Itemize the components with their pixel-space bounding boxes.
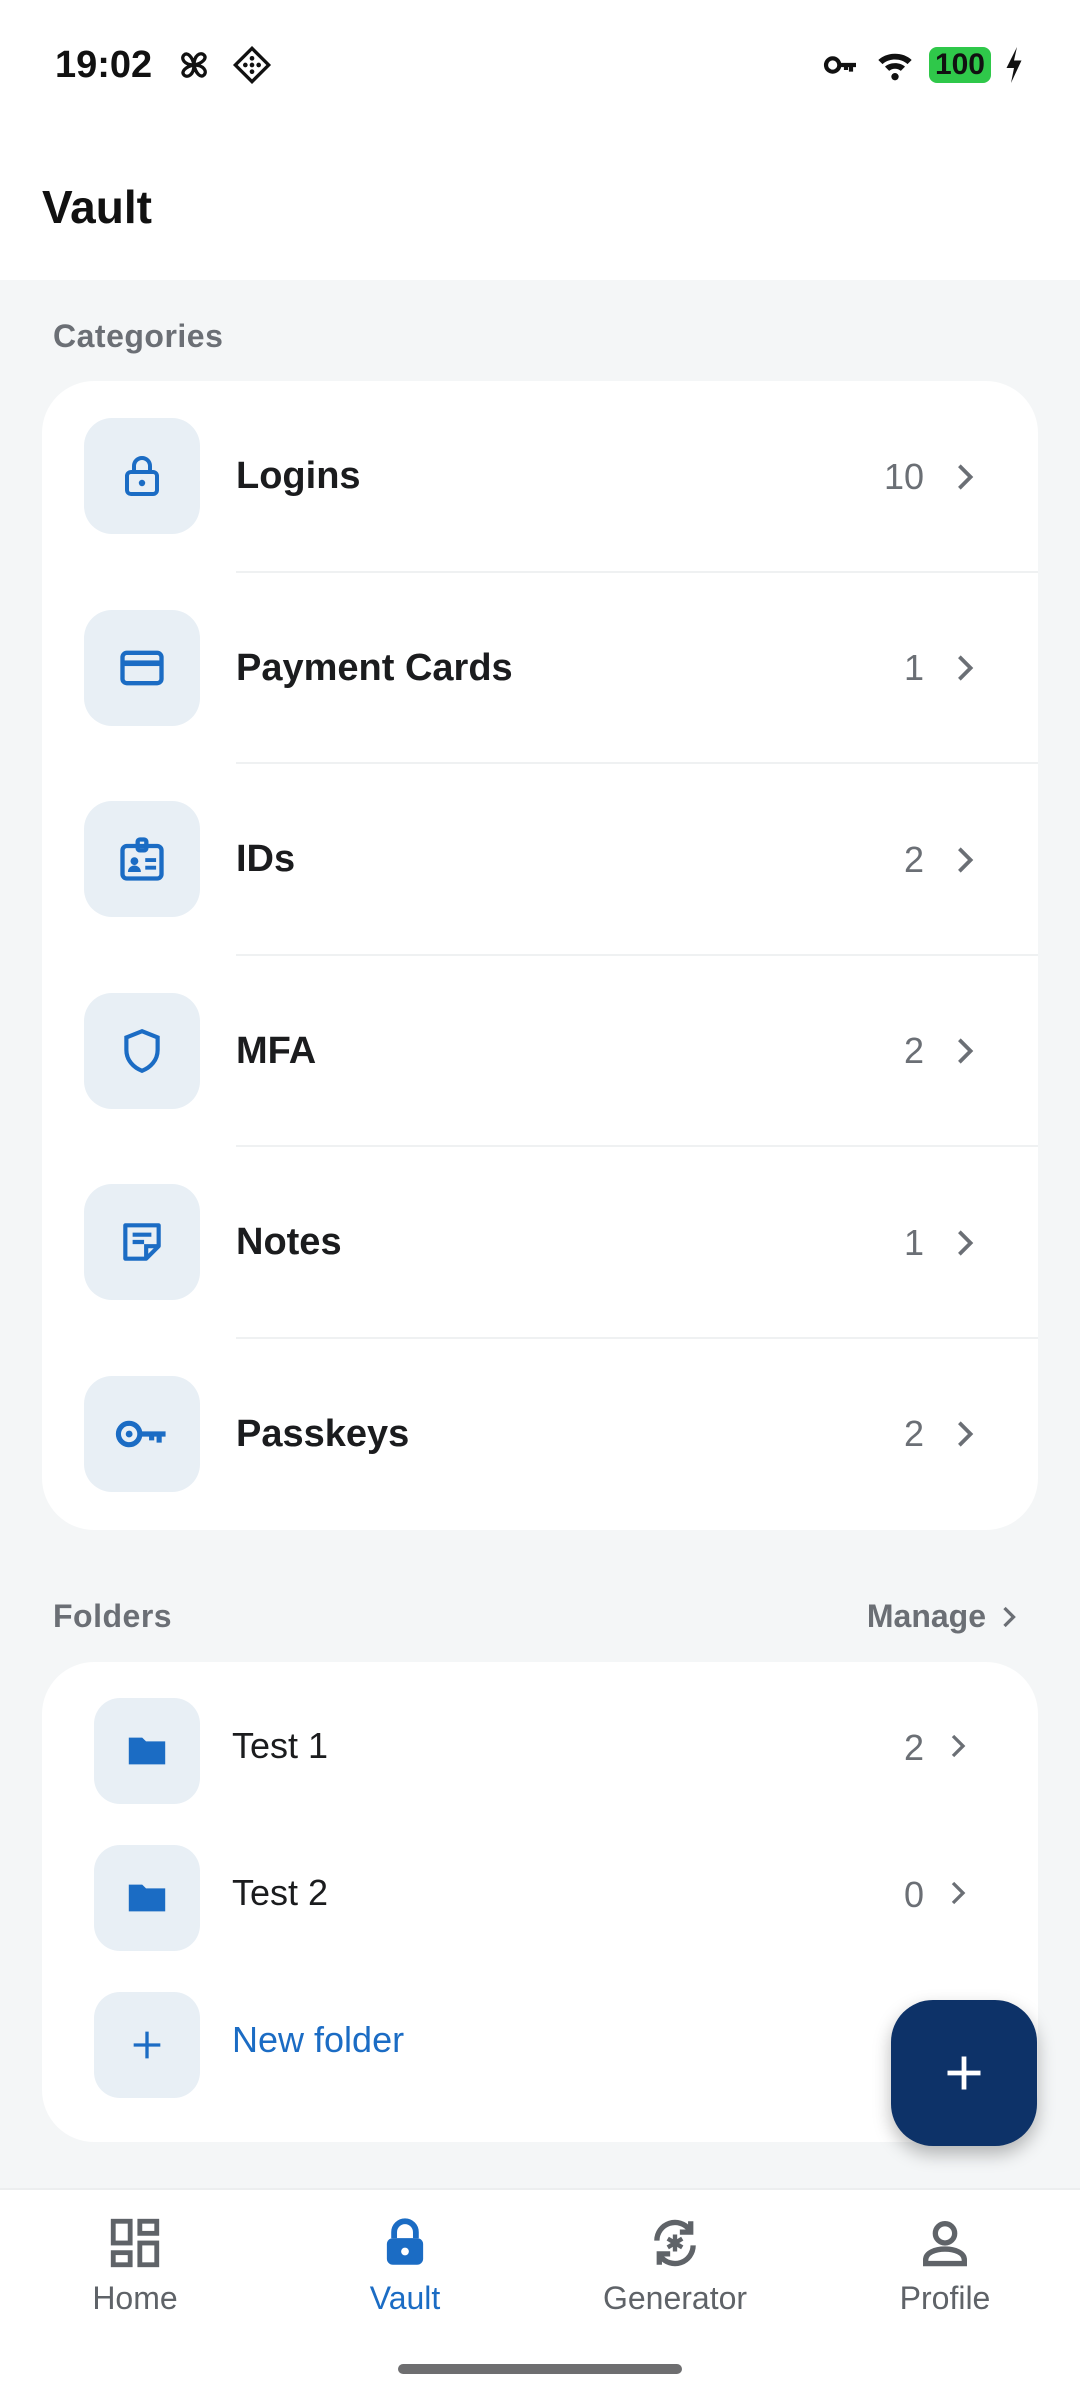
folder-row-test-1[interactable]: Test 1 2 xyxy=(42,1670,1038,1817)
folder-row-test-2[interactable]: Test 2 0 xyxy=(42,1817,1038,1964)
diamond-grid-icon xyxy=(233,45,272,85)
categories-section-label: Categories xyxy=(53,318,224,354)
chevron-right-icon xyxy=(950,1228,980,1258)
category-label: Notes xyxy=(236,1221,342,1264)
wifi-icon xyxy=(878,53,912,81)
category-label: MFA xyxy=(236,1029,317,1072)
icon-tile xyxy=(84,801,200,917)
folder-count: 2 xyxy=(903,1727,924,1768)
icon-tile xyxy=(84,1184,200,1300)
category-count: 2 xyxy=(903,1413,924,1455)
chevron-right-icon xyxy=(1003,1606,1016,1627)
folders-section-label: Folders xyxy=(53,1598,173,1634)
icon-tile xyxy=(84,609,200,726)
person-icon xyxy=(923,2221,967,2267)
folder-count: 0 xyxy=(903,1874,924,1915)
page-title: Vault xyxy=(42,181,152,233)
icon-tile xyxy=(94,1845,200,1951)
nav-label: Vault xyxy=(369,2280,441,2316)
category-label: IDs xyxy=(236,838,296,881)
chevron-right-icon xyxy=(950,653,980,683)
vpn-key-icon xyxy=(823,56,856,74)
nav-label: Generator xyxy=(602,2280,748,2316)
category-row-ids[interactable]: IDs 2 xyxy=(42,764,1038,956)
add-item-fab[interactable] xyxy=(891,2000,1037,2146)
category-row-logins[interactable]: Logins 10 xyxy=(42,381,1038,573)
category-label: Passkeys xyxy=(236,1412,410,1455)
chevron-right-icon xyxy=(944,1879,972,1907)
home-indicator xyxy=(398,2364,682,2374)
category-row-passkeys[interactable]: Passkeys 2 xyxy=(42,1339,1038,1531)
id-badge-icon xyxy=(120,837,164,881)
nav-generator[interactable]: Generator xyxy=(575,2214,775,2334)
status-notification-icons xyxy=(174,45,272,85)
refresh-asterisk-icon xyxy=(654,2219,696,2267)
pinwheel-icon xyxy=(181,52,208,78)
note-icon xyxy=(123,1223,161,1261)
chevron-right-icon xyxy=(950,1419,980,1449)
chevron-right-icon xyxy=(950,845,980,875)
status-bar: 19:02 100 xyxy=(0,0,1080,130)
chevron-right-icon xyxy=(944,1732,972,1760)
folder-label: Test 1 xyxy=(232,1725,329,1766)
folders-card: Test 1 2 Test 2 0 New folder xyxy=(42,1662,1038,2142)
icon-tile xyxy=(84,992,200,1109)
lock-icon xyxy=(125,456,159,496)
top-app-bar: Vault xyxy=(0,130,1080,280)
nav-vault[interactable]: Vault xyxy=(305,2214,505,2334)
icon-tile xyxy=(94,1698,200,1804)
category-count: 2 xyxy=(903,1030,924,1072)
manage-folders-button[interactable]: Manage xyxy=(867,1598,1018,1635)
chevron-right-icon xyxy=(950,1036,980,1066)
grid-icon xyxy=(110,2218,160,2268)
nav-profile[interactable]: Profile xyxy=(845,2214,1045,2334)
key-icon xyxy=(115,1420,166,1447)
status-system-icons: 100 xyxy=(821,45,1025,85)
category-row-payment-cards[interactable]: Payment Cards 1 xyxy=(42,573,1038,764)
folder-label: Test 2 xyxy=(232,1872,329,1913)
chevron-right-icon xyxy=(950,462,980,492)
category-row-notes[interactable]: Notes 1 xyxy=(42,1147,1038,1339)
category-count: 1 xyxy=(903,1221,924,1263)
battery-level: 100 xyxy=(928,47,991,83)
category-count: 10 xyxy=(883,455,924,497)
categories-card: Logins 10 Payment Cards 1 IDs 2 MFA 2 No… xyxy=(42,381,1038,1530)
category-label: Payment Cards xyxy=(236,646,513,689)
folder-icon xyxy=(128,1884,166,1912)
category-label: Logins xyxy=(236,455,361,498)
manage-label: Manage xyxy=(866,1598,986,1634)
nav-label: Home xyxy=(92,2280,178,2316)
shield-icon xyxy=(124,1028,160,1073)
status-time: 19:02 xyxy=(55,43,153,86)
lock-icon xyxy=(386,2218,424,2265)
category-row-mfa[interactable]: MFA 2 xyxy=(42,956,1038,1147)
icon-tile xyxy=(84,1375,200,1492)
category-count: 1 xyxy=(903,647,924,689)
nav-label: Profile xyxy=(899,2280,991,2316)
plus-icon xyxy=(947,2056,981,2090)
new-folder-label: New folder xyxy=(232,2019,405,2060)
category-count: 2 xyxy=(903,838,924,880)
icon-tile xyxy=(84,418,200,534)
folder-icon xyxy=(128,1737,166,1765)
icon-tile xyxy=(94,1992,200,2098)
card-icon xyxy=(120,650,164,685)
plus-icon xyxy=(133,2031,161,2059)
nav-home[interactable]: Home xyxy=(35,2214,235,2334)
charging-bolt-icon xyxy=(1006,47,1022,83)
new-folder-button[interactable]: New folder xyxy=(42,1964,1038,2111)
